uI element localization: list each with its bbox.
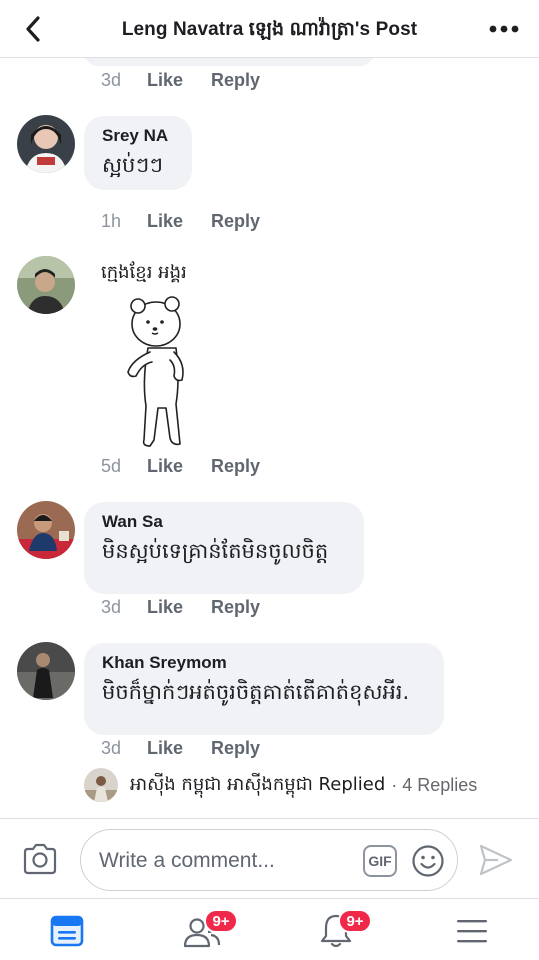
comment-author[interactable]: Wan Sa bbox=[102, 512, 346, 532]
avatar[interactable] bbox=[17, 501, 75, 559]
comment-time: 3d bbox=[101, 70, 122, 90]
comment-input[interactable] bbox=[99, 846, 349, 876]
comment-meta: 1h Like Reply bbox=[101, 211, 288, 232]
comment-meta: 3d Like Reply bbox=[101, 597, 288, 618]
reply-author: អាស៊ីង កម្ពុជា អាស៊ីងកម្ពុជា Replied bbox=[130, 773, 386, 795]
comment-text: ស្អប់ៗៗ bbox=[102, 153, 164, 177]
tab-menu[interactable] bbox=[442, 909, 502, 953]
reply-button[interactable]: Reply bbox=[211, 738, 260, 759]
reply-button[interactable]: Reply bbox=[211, 456, 260, 477]
comments-feed[interactable]: 3d Like Reply Srey NA ស្អប់ៗៗ 1h Like Re… bbox=[0, 58, 539, 818]
reply-button[interactable]: Reply bbox=[211, 70, 260, 91]
comment-author[interactable]: ក្មេងខ្មែរ អង្គរ bbox=[101, 260, 187, 287]
comment-author[interactable]: Srey NA bbox=[102, 126, 174, 146]
previous-comment-bubble bbox=[84, 58, 374, 66]
like-button[interactable]: Like bbox=[147, 456, 183, 477]
more-dots-icon bbox=[489, 25, 519, 33]
camera-icon bbox=[23, 843, 57, 875]
comment-time: 1h bbox=[101, 211, 122, 231]
like-button[interactable]: Like bbox=[147, 211, 183, 232]
reply-count: · 4 Replies bbox=[391, 774, 478, 795]
comment-time: 5d bbox=[101, 456, 122, 476]
comment-meta: 5d Like Reply bbox=[101, 456, 288, 477]
comment-time: 3d bbox=[101, 738, 122, 758]
comment-input-box[interactable]: GIF bbox=[80, 829, 458, 891]
camera-button[interactable] bbox=[22, 843, 58, 875]
avatar-photo bbox=[17, 256, 75, 314]
avatar-photo bbox=[17, 642, 75, 700]
like-button[interactable]: Like bbox=[147, 597, 183, 618]
tab-friends[interactable]: 9+ bbox=[172, 909, 238, 953]
comment-meta: 3d Like Reply bbox=[101, 738, 288, 759]
avatar[interactable] bbox=[17, 115, 75, 173]
avatar[interactable] bbox=[17, 256, 75, 314]
page-title: Leng Navatra ឡេង ណាវ៉ាត្រា's Post bbox=[121, 19, 418, 40]
comment-composer: GIF bbox=[0, 818, 539, 898]
comment-bubble[interactable]: Khan Sreymom មិចក៏ម្នាក់ៗអត់ចូរចិត្តគាត់… bbox=[84, 643, 444, 735]
bear-sticker bbox=[118, 290, 208, 450]
bottom-tab-bar: 9+ 9+ bbox=[0, 898, 539, 960]
comment-author[interactable]: Khan Sreymom bbox=[102, 653, 426, 673]
avatar-photo bbox=[84, 768, 118, 802]
reply-button[interactable]: Reply bbox=[211, 597, 260, 618]
smiley-icon bbox=[412, 845, 444, 877]
avatar[interactable] bbox=[17, 642, 75, 700]
like-button[interactable]: Like bbox=[147, 70, 183, 91]
view-replies-link[interactable]: អាស៊ីង កម្ពុជា អាស៊ីងកម្ពុជា Replied · 4… bbox=[84, 768, 477, 802]
like-button[interactable]: Like bbox=[147, 738, 183, 759]
news-feed-icon bbox=[50, 915, 84, 947]
avatar-photo bbox=[17, 115, 75, 173]
notifications-badge: 9+ bbox=[338, 909, 372, 933]
send-icon bbox=[479, 844, 513, 876]
comment-meta: 3d Like Reply bbox=[101, 70, 288, 91]
post-header: Leng Navatra ឡេង ណាវ៉ាត្រា's Post bbox=[0, 0, 539, 58]
bear-sticker-icon bbox=[127, 296, 184, 447]
tab-news-feed[interactable] bbox=[37, 909, 97, 953]
gif-button[interactable]: GIF bbox=[363, 845, 397, 877]
avatar bbox=[84, 768, 118, 802]
more-options-button[interactable] bbox=[487, 14, 521, 44]
comment-time: 3d bbox=[101, 597, 122, 617]
reply-button[interactable]: Reply bbox=[211, 211, 260, 232]
comment-text: មិនស្អប់ទេគ្រាន់តែមិនចូលចិត្ត bbox=[102, 539, 329, 563]
friends-badge: 9+ bbox=[204, 909, 238, 933]
send-button[interactable] bbox=[478, 843, 514, 877]
comment-bubble[interactable]: Srey NA ស្អប់ៗៗ bbox=[84, 116, 192, 190]
comment-bubble[interactable]: Wan Sa មិនស្អប់ទេគ្រាន់តែមិនចូលចិត្ត bbox=[84, 502, 364, 594]
tab-notifications[interactable]: 9+ bbox=[306, 909, 372, 953]
avatar-photo bbox=[17, 501, 75, 559]
emoji-button[interactable] bbox=[411, 844, 445, 878]
hamburger-menu-icon bbox=[457, 920, 487, 943]
comment-text: មិចក៏ម្នាក់ៗអត់ចូរចិត្តគាត់តើគាត់ខុសអីរ. bbox=[102, 680, 410, 704]
